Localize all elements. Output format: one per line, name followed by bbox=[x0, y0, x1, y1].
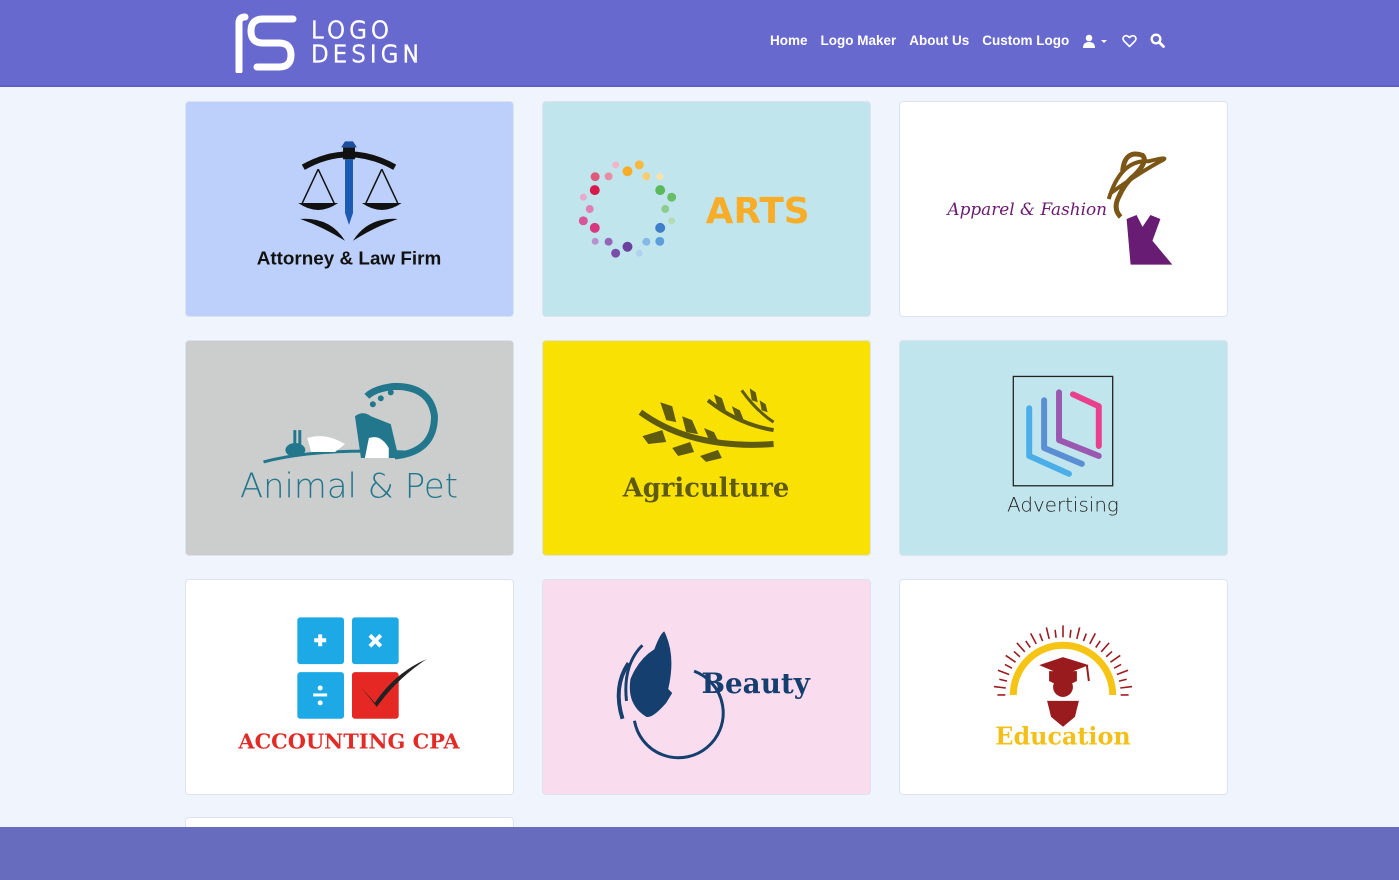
search-icon bbox=[1150, 33, 1166, 48]
color-dot bbox=[655, 236, 665, 246]
sun-ray bbox=[1038, 633, 1044, 642]
color-dots-ring-icon: ARTS bbox=[578, 160, 810, 258]
logo-card-arts[interactable]: ARTS bbox=[542, 101, 871, 317]
nav-about-us[interactable]: About Us bbox=[909, 33, 969, 48]
sun-ray bbox=[1076, 627, 1081, 640]
account-menu-button[interactable] bbox=[1082, 34, 1109, 48]
sun-ray bbox=[1045, 627, 1050, 640]
logo-card-apparel-fashion[interactable]: Apparel & Fashion bbox=[899, 101, 1228, 317]
sun-ray bbox=[1082, 633, 1088, 642]
scales-of-justice-icon: Attorney & Law Firm bbox=[257, 141, 442, 270]
sun-ray bbox=[1100, 642, 1110, 653]
layered-frames-icon: Advertising bbox=[1007, 375, 1119, 517]
search-button[interactable] bbox=[1150, 33, 1166, 48]
sun-ray bbox=[1029, 632, 1037, 645]
footer bbox=[0, 827, 1399, 880]
sun-ray bbox=[993, 685, 1006, 689]
logo-card-accounting-cpa[interactable]: ACCOUNTING CPA bbox=[185, 579, 514, 795]
brand-logo[interactable]: LOGO DESIGN bbox=[233, 13, 424, 73]
sun-ray bbox=[999, 678, 1008, 682]
caret-down-icon bbox=[1101, 39, 1108, 43]
color-dot bbox=[589, 185, 600, 196]
calculator-check-icon: ACCOUNTING CPA bbox=[237, 617, 460, 754]
sun-ray bbox=[1113, 663, 1122, 669]
user-icon bbox=[1083, 34, 1096, 48]
color-dot bbox=[578, 216, 588, 226]
color-dot bbox=[591, 237, 599, 245]
color-dot bbox=[604, 237, 613, 246]
woman-profile-icon: Beauty bbox=[616, 631, 811, 760]
wheat-icon: Agriculture bbox=[622, 388, 790, 504]
logo-text: Attorney & Law Firm bbox=[257, 249, 442, 270]
color-dot bbox=[642, 172, 651, 181]
heart-icon bbox=[1122, 34, 1138, 47]
logo-card-attorney[interactable]: Attorney & Law Firm bbox=[185, 101, 514, 317]
brand-wordmark: LOGO DESIGN bbox=[310, 18, 424, 68]
logo-text: ARTS bbox=[706, 191, 810, 232]
logo-card-advertising[interactable]: Advertising bbox=[899, 340, 1228, 556]
logo-text: Beauty bbox=[701, 667, 810, 700]
logo-card-animal-pet[interactable]: Animal & Pet bbox=[185, 340, 514, 556]
color-dot bbox=[611, 248, 621, 258]
pets-silhouette-icon: Animal & Pet bbox=[240, 382, 458, 506]
logo-grid: Attorney & Law Firm ARTS Apparel & Fashi… bbox=[185, 101, 1228, 795]
logo-text: Agriculture bbox=[622, 474, 790, 504]
nav-logo-maker[interactable]: Logo Maker bbox=[821, 33, 897, 48]
brand-line-1: LOGO bbox=[310, 18, 394, 44]
logo-text: Advertising bbox=[1007, 494, 1119, 517]
color-dot bbox=[585, 205, 594, 213]
woman-with-hat-icon: Apparel & Fashion bbox=[945, 151, 1173, 265]
color-dot bbox=[622, 166, 633, 177]
main-nav: Home Logo Maker About Us Custom Logo bbox=[770, 33, 1166, 48]
color-dot bbox=[661, 205, 670, 213]
color-dot bbox=[642, 237, 651, 246]
color-dot bbox=[612, 161, 620, 169]
color-dot bbox=[667, 192, 677, 202]
sun-ray bbox=[1025, 640, 1031, 648]
sun-ray bbox=[1016, 642, 1026, 653]
color-dot bbox=[579, 193, 587, 201]
sun-ray bbox=[1095, 640, 1101, 648]
sun-ray bbox=[1109, 654, 1121, 663]
sun-ray bbox=[1116, 669, 1129, 676]
color-dot bbox=[590, 172, 600, 182]
sun-ray bbox=[1004, 663, 1013, 669]
sun-ray bbox=[1013, 650, 1021, 658]
sun-ray bbox=[1105, 650, 1113, 658]
brand-line-2: DESIGN bbox=[310, 42, 424, 68]
sun-ray bbox=[1069, 629, 1072, 638]
sun-ray bbox=[1120, 685, 1133, 689]
logo-text: Apparel & Fashion bbox=[945, 199, 1107, 219]
logo-text: ACCOUNTING CPA bbox=[237, 729, 460, 754]
color-dot bbox=[655, 222, 666, 233]
logo-card-beauty[interactable]: Beauty bbox=[542, 579, 871, 795]
sun-ray bbox=[1005, 654, 1017, 663]
color-dot bbox=[604, 172, 613, 181]
nav-home[interactable]: Home bbox=[770, 33, 808, 48]
color-dot bbox=[589, 222, 600, 233]
graduation-cap-icon: Education bbox=[993, 625, 1133, 751]
color-dot bbox=[634, 160, 644, 170]
logo-text: Animal & Pet bbox=[240, 467, 458, 506]
sun-ray bbox=[1118, 678, 1127, 682]
color-dot bbox=[622, 241, 633, 252]
wishlist-button[interactable] bbox=[1122, 34, 1138, 48]
color-dot bbox=[655, 185, 666, 196]
sun-ray bbox=[1089, 632, 1097, 645]
sun-ray bbox=[997, 669, 1010, 676]
sun-ray bbox=[1054, 629, 1057, 638]
color-dot bbox=[656, 173, 664, 181]
logo-text: Education bbox=[995, 723, 1130, 751]
rs-monogram-logo-icon bbox=[235, 13, 297, 73]
navbar: LOGO DESIGN Home Logo Maker About Us Cus… bbox=[0, 0, 1399, 87]
color-dot bbox=[635, 249, 643, 257]
nav-custom-logo[interactable]: Custom Logo bbox=[982, 33, 1069, 48]
color-dot bbox=[668, 217, 676, 225]
logo-card-education[interactable]: Education bbox=[899, 579, 1228, 795]
logo-card-agriculture[interactable]: Agriculture bbox=[542, 340, 871, 556]
